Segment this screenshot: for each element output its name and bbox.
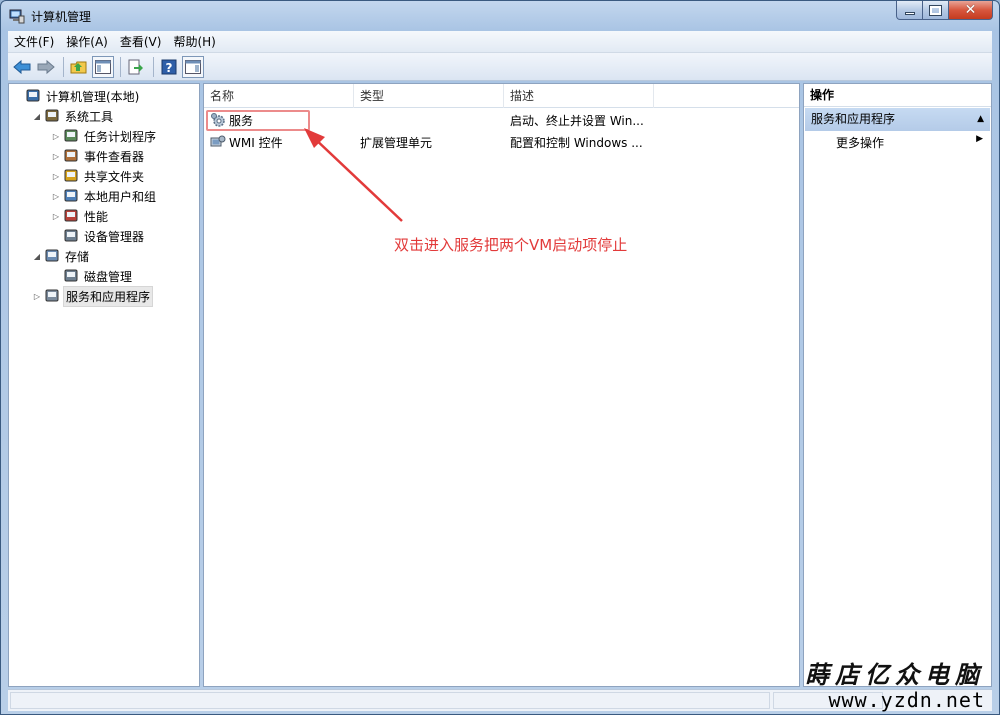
tree-item-label: 本地用户和组 xyxy=(84,189,157,204)
toolbar-separator xyxy=(153,56,154,77)
tree-item-label: 任务计划程序 xyxy=(84,129,157,144)
menu-file[interactable]: 文件(F) xyxy=(8,31,60,53)
watermark-url: www.yzdn.net xyxy=(828,688,985,712)
menu-help[interactable]: 帮助(H) xyxy=(167,31,221,53)
collapse-arrow-icon[interactable]: ◢ xyxy=(32,112,42,121)
tree-item-label: 计算机管理(本地) xyxy=(46,89,140,104)
console-tree: 计算机管理(本地) ◢ 系统工具 ▷ 任务计划程序 ▷ 事件查看器 ▷ 共享文件夹 ▷ 本地用户和组… xyxy=(8,83,200,687)
tree-item-label: 事件查看器 xyxy=(84,149,145,164)
expand-arrow-icon[interactable]: ▷ xyxy=(51,212,61,221)
services-apps-icon xyxy=(45,289,59,302)
tree-item[interactable]: 计算机管理(本地) xyxy=(13,86,141,106)
event-viewer-icon xyxy=(64,149,78,162)
watermark-logo-text: 蒔店亿众电脑 xyxy=(805,660,985,689)
device-manager-icon xyxy=(64,229,78,242)
tree-item[interactable]: ◢ 系统工具 xyxy=(32,106,115,126)
computer-management-icon xyxy=(9,9,25,24)
export-list-button[interactable] xyxy=(125,56,147,78)
tree-item[interactable]: ▷ 任务计划程序 xyxy=(51,126,158,146)
close-button[interactable]: ✕ xyxy=(949,1,993,20)
svg-text:?: ? xyxy=(166,61,173,75)
annotation-text: 双击进入服务把两个VM启动项停止 xyxy=(394,236,628,254)
app-window: 计算机管理 ✕ 文件(F) 操作(A) 查看(V) 帮助(H) ? 计算机管理(… xyxy=(0,0,1000,715)
tree-item-label: 设备管理器 xyxy=(84,229,145,244)
action-section-label: 服务和应用程序 xyxy=(811,112,896,126)
forward-arrow-icon xyxy=(37,59,55,74)
window-controls: ✕ xyxy=(896,1,993,21)
tree-item[interactable]: ▷ 本地用户和组 xyxy=(51,186,158,206)
export-list-icon xyxy=(128,59,143,74)
system-tools-icon xyxy=(45,109,59,122)
forward-button[interactable] xyxy=(35,56,57,78)
task-scheduler-icon xyxy=(64,129,78,142)
up-button[interactable] xyxy=(68,56,90,78)
menu-view[interactable]: 查看(V) xyxy=(114,31,168,53)
expand-arrow-icon[interactable]: ▷ xyxy=(51,172,61,181)
maximize-button[interactable] xyxy=(923,1,949,20)
shared-folders-icon xyxy=(64,169,78,182)
menu-action[interactable]: 操作(A) xyxy=(60,31,114,53)
storage-icon xyxy=(45,249,59,262)
close-icon: ✕ xyxy=(964,2,977,18)
minimize-button[interactable] xyxy=(896,1,923,20)
tree-item[interactable]: ▷ 共享文件夹 xyxy=(51,166,146,186)
back-button[interactable] xyxy=(11,56,33,78)
expand-arrow-icon[interactable]: ▷ xyxy=(51,152,61,161)
console-tree-button[interactable] xyxy=(92,55,114,78)
expand-arrow-icon[interactable]: ▷ xyxy=(32,292,42,301)
results-list: 名称 类型 描述 服务 启动、终止并设置 Win... WMI 控件 扩展管理单… xyxy=(203,83,800,687)
help-button[interactable]: ? xyxy=(158,56,180,78)
watermark: 蒔店亿众电脑 www.yzdn.net xyxy=(805,655,985,712)
submenu-arrow-icon: ▶ xyxy=(976,134,983,144)
action-pane: 操作 服务和应用程序 ▲ 更多操作 ▶ xyxy=(803,83,992,687)
tree-item[interactable]: ▷ 性能 xyxy=(51,206,110,226)
local-users-icon xyxy=(64,189,78,202)
tree-item-label: 系统工具 xyxy=(65,109,114,124)
action-pane-title: 操作 xyxy=(804,84,991,107)
window-title: 计算机管理 xyxy=(31,10,92,24)
tree-item[interactable]: ▷ 服务和应用程序 xyxy=(32,285,154,307)
status-segment xyxy=(10,692,770,709)
maximize-icon xyxy=(929,4,942,16)
computer-management-icon xyxy=(26,89,40,102)
tree-item[interactable]: ▷ 事件查看器 xyxy=(51,146,146,166)
toolbar: ? xyxy=(8,53,992,81)
tree-item-label: 服务和应用程序 xyxy=(63,285,154,307)
up-folder-icon xyxy=(70,61,87,73)
toolbar-separator xyxy=(120,56,121,77)
expand-arrow-icon[interactable]: ▷ xyxy=(51,192,61,201)
tree-item[interactable]: ◢ 存储 xyxy=(32,246,91,266)
disk-management-icon xyxy=(64,269,78,282)
menu-bar: 文件(F) 操作(A) 查看(V) 帮助(H) xyxy=(8,31,992,53)
toolbar-separator xyxy=(63,56,64,77)
tree-item-label: 性能 xyxy=(84,209,109,224)
tree-item[interactable]: 磁盘管理 xyxy=(51,266,134,286)
show-hide-console-tree-icon xyxy=(95,59,111,74)
title-bar[interactable]: 计算机管理 ✕ xyxy=(1,1,999,31)
minimize-icon xyxy=(904,11,915,15)
more-actions-link[interactable]: 更多操作 xyxy=(836,134,884,151)
action-pane-button[interactable] xyxy=(182,55,204,78)
tree-item[interactable]: 设备管理器 xyxy=(51,226,146,246)
help-icon: ? xyxy=(161,59,177,75)
action-section-services-apps[interactable]: 服务和应用程序 ▲ xyxy=(805,108,990,131)
collapse-up-icon: ▲ xyxy=(977,114,984,124)
performance-icon xyxy=(64,209,78,222)
collapse-arrow-icon[interactable]: ◢ xyxy=(32,252,42,261)
show-hide-action-pane-icon xyxy=(185,59,201,74)
tree-item-label: 磁盘管理 xyxy=(84,269,133,284)
tree-item-label: 存储 xyxy=(65,249,90,264)
expand-arrow-icon[interactable]: ▷ xyxy=(51,132,61,141)
tree-item-label: 共享文件夹 xyxy=(84,169,145,184)
back-arrow-icon xyxy=(13,59,31,74)
